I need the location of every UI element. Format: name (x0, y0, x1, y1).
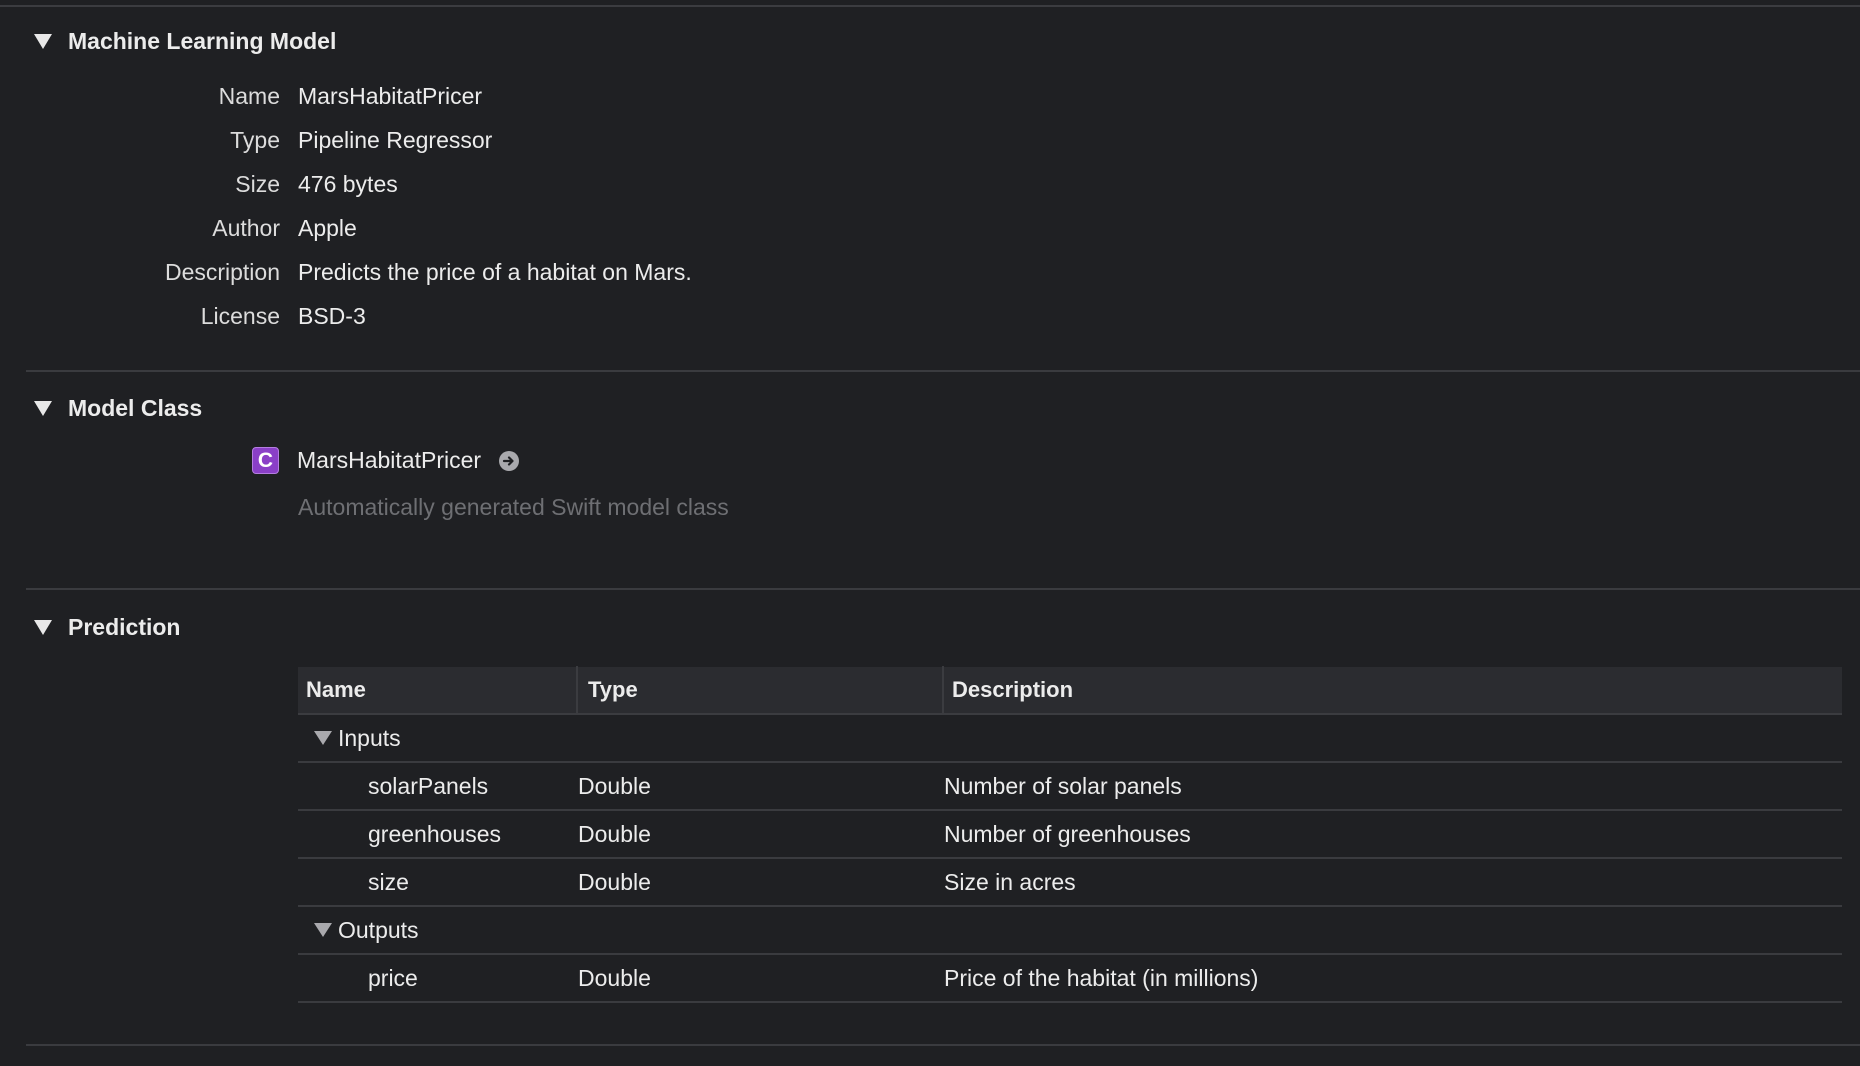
field-value: Predicts the price of a habitat on Mars. (298, 258, 692, 285)
field-value: 476 bytes (298, 170, 398, 197)
field-label: Author (212, 214, 280, 241)
cell-description: Price of the habitat (in millions) (944, 964, 1259, 991)
prediction-table: Name Type Description Inputs solarPanels… (298, 666, 1842, 1003)
table-row[interactable]: greenhouses Double Number of greenhouses (298, 811, 1842, 859)
model-class-subtitle: Automatically generated Swift model clas… (298, 494, 729, 520)
disclosure-triangle-icon[interactable] (34, 34, 52, 49)
disclosure-triangle-icon[interactable] (314, 923, 332, 937)
column-header-type[interactable]: Type (576, 666, 942, 714)
arrow-circle-right-icon[interactable] (499, 450, 520, 471)
cell-name: greenhouses (368, 820, 501, 847)
field-size-row: Size 476 bytes (0, 168, 398, 200)
group-cell: Inputs (298, 725, 578, 752)
field-label: Type (230, 126, 280, 153)
group-row-inputs[interactable]: Inputs (298, 715, 1842, 763)
cell-description: Number of greenhouses (944, 820, 1191, 847)
model-class-row: C MarsHabitatPricer (252, 447, 520, 474)
disclosure-triangle-icon[interactable] (314, 731, 332, 745)
cell-type: Double (578, 820, 651, 847)
field-label: Description (164, 258, 280, 285)
field-value: Pipeline Regressor (298, 126, 493, 153)
column-header-description[interactable]: Description (942, 666, 1842, 714)
class-c-icon: C (252, 447, 279, 474)
cell-description: Number of solar panels (944, 772, 1182, 799)
disclosure-triangle-icon[interactable] (34, 401, 52, 416)
arrow-right-glyph (502, 455, 514, 466)
cell-type: Double (578, 964, 651, 991)
field-type-row: Type Pipeline Regressor (0, 124, 492, 156)
cell-type: Double (578, 868, 651, 895)
field-value: MarsHabitatPricer (298, 82, 483, 109)
group-label: Inputs (338, 724, 401, 751)
field-author-row: Author Apple (0, 212, 357, 244)
section-header-prediction[interactable]: Prediction (34, 614, 180, 641)
field-label: Size (235, 170, 280, 197)
field-description-row: Description Predicts the price of a habi… (0, 256, 692, 288)
section-divider (26, 370, 1860, 372)
cell-type: Double (578, 772, 651, 799)
table-row[interactable]: price Double Price of the habitat (in mi… (298, 955, 1842, 1003)
column-header-name[interactable]: Name (298, 666, 576, 714)
field-value: BSD-3 (298, 302, 366, 329)
table-row[interactable]: size Double Size in acres (298, 859, 1842, 907)
section-title: Model Class (68, 395, 203, 421)
top-divider (0, 5, 1860, 7)
section-title: Prediction (68, 614, 181, 640)
table-header: Name Type Description (298, 666, 1842, 715)
disclosure-triangle-icon[interactable] (34, 620, 52, 635)
cell-name: size (368, 868, 409, 895)
field-license-row: License BSD-3 (0, 300, 366, 332)
model-class-name: MarsHabitatPricer (297, 447, 482, 473)
field-value: Apple (298, 214, 357, 241)
section-header-model[interactable]: Machine Learning Model (34, 28, 336, 55)
table-row[interactable]: solarPanels Double Number of solar panel… (298, 763, 1842, 811)
group-cell: Outputs (298, 917, 578, 944)
group-label: Outputs (338, 916, 419, 943)
section-divider (26, 588, 1860, 590)
cell-name: price (368, 964, 418, 991)
field-label: License (200, 302, 280, 329)
group-row-outputs[interactable]: Outputs (298, 907, 1842, 955)
section-divider (26, 1044, 1860, 1046)
section-title: Machine Learning Model (68, 28, 337, 54)
field-label: Name (218, 82, 280, 109)
field-name-row: Name MarsHabitatPricer (0, 80, 482, 112)
cell-name: solarPanels (368, 772, 489, 799)
cell-description: Size in acres (944, 868, 1076, 895)
section-header-model-class[interactable]: Model Class (34, 395, 202, 422)
